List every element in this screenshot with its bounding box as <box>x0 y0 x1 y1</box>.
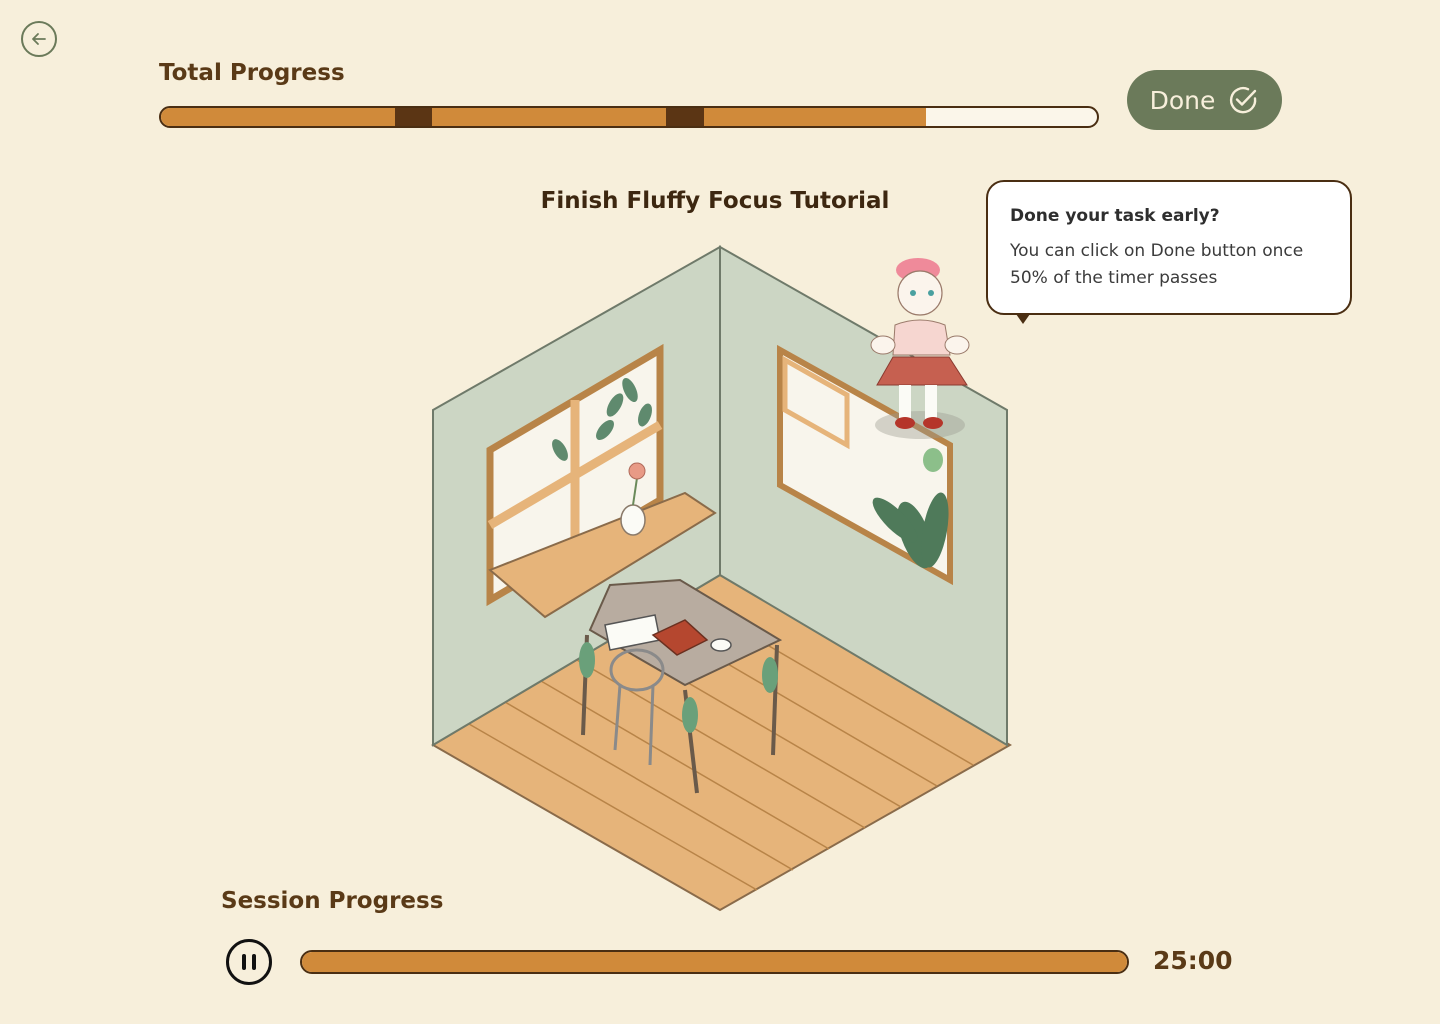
tooltip-title: Done your task early? <box>1010 206 1220 226</box>
arrow-left-icon <box>32 33 46 45</box>
total-progress-divider <box>666 108 704 126</box>
total-progress-label: Total Progress <box>159 60 345 86</box>
pause-icon-bar <box>242 954 246 970</box>
session-progress-fill <box>302 952 1127 972</box>
coffee-cup <box>710 638 732 652</box>
tooltip-body: You can click on Done button once 50% of… <box>1010 241 1304 288</box>
total-progress-divider <box>395 108 433 126</box>
vase <box>620 504 646 536</box>
total-progress-bar <box>159 106 1099 128</box>
total-progress-fill <box>161 108 926 126</box>
check-circle-icon <box>1230 86 1257 114</box>
done-button-label: Done <box>1149 85 1216 115</box>
pause-button[interactable] <box>226 939 272 985</box>
task-title: Finish Fluffy Focus Tutorial <box>540 188 890 214</box>
done-button[interactable]: Done <box>1127 70 1282 130</box>
back-button[interactable] <box>21 21 57 57</box>
tooltip: Done your task early? You can click on D… <box>986 180 1352 324</box>
session-timer: 25:00 <box>1153 946 1233 975</box>
room-illustration <box>431 245 1012 912</box>
flower <box>628 462 646 480</box>
pause-icon-bar <box>252 954 256 970</box>
session-progress-bar <box>300 950 1129 974</box>
session-progress-label: Session Progress <box>221 888 444 914</box>
